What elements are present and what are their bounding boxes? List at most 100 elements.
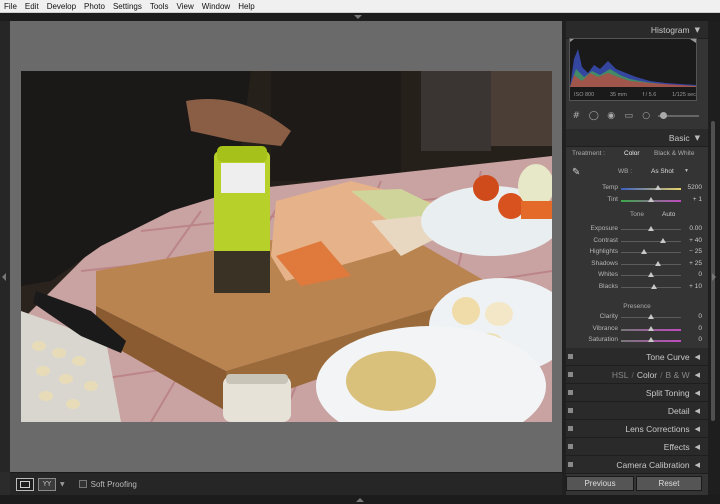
previous-button[interactable]: Previous: [566, 476, 634, 491]
wb-dropdown-icon[interactable]: ▼: [684, 168, 689, 174]
crop-tool-icon[interactable]: #: [569, 109, 583, 123]
temp-slider-knob[interactable]: [655, 185, 662, 190]
contrast-slider-knob[interactable]: [660, 237, 666, 243]
basic-header[interactable]: Basic ▼: [566, 129, 708, 147]
auto-tone-button[interactable]: Auto: [662, 211, 675, 218]
before-after-button[interactable]: YY: [38, 477, 56, 491]
exposure-value[interactable]: 0.00: [689, 225, 702, 232]
wb-select[interactable]: As Shot: [651, 168, 674, 175]
hsl-tab[interactable]: HSL: [612, 370, 629, 380]
panel-switch-icon[interactable]: [568, 408, 573, 413]
highlights-slider-row: Highlights − 25: [566, 247, 708, 259]
tone-section-header: Tone Auto: [566, 211, 708, 218]
effects-header[interactable]: Effects ◀: [566, 438, 708, 456]
detail-header[interactable]: Detail ◀: [566, 402, 708, 420]
temp-slider[interactable]: [621, 188, 681, 190]
histogram-title: Histogram: [650, 24, 690, 35]
blacks-value[interactable]: + 10: [689, 283, 702, 290]
treatment-color-option[interactable]: Color: [624, 150, 640, 157]
histogram-header[interactable]: Histogram ▼: [566, 21, 708, 39]
expand-filmstrip-icon: [356, 498, 364, 502]
soft-proofing-checkbox[interactable]: [78, 480, 87, 488]
left-panel-toggle[interactable]: [0, 21, 10, 472]
lens-corrections-header[interactable]: Lens Corrections ◀: [566, 420, 708, 438]
panel-switch-icon[interactable]: [568, 372, 573, 377]
presence-label: Presence: [623, 303, 651, 310]
reset-button[interactable]: Reset: [636, 476, 702, 491]
eyedropper-icon[interactable]: ✎: [572, 167, 580, 178]
menu-edit[interactable]: Edit: [25, 2, 39, 11]
hsl-header[interactable]: HSL / Color / B & W ◀: [566, 366, 708, 384]
filmstrip-toggle[interactable]: [0, 495, 720, 504]
highlights-slider-knob[interactable]: [640, 249, 647, 254]
expand-left-icon: [2, 273, 6, 281]
highlights-label: Highlights: [589, 248, 618, 255]
panel-scrollbar[interactable]: [708, 21, 720, 495]
split-toning-header[interactable]: Split Toning ◀: [566, 384, 708, 402]
red-eye-icon[interactable]: ◉: [604, 109, 618, 123]
spot-removal-icon[interactable]: ◯: [586, 109, 600, 123]
scrollbar-thumb[interactable]: [711, 121, 715, 421]
shadows-slider[interactable]: [621, 263, 681, 265]
temp-slider-row: Temp 5200: [566, 183, 708, 195]
clarity-value[interactable]: 0: [698, 313, 702, 320]
wb-label: WB :: [618, 168, 633, 175]
saturation-slider-knob[interactable]: [648, 337, 654, 342]
panel-switch-icon[interactable]: [568, 426, 573, 431]
contrast-value[interactable]: + 40: [689, 237, 702, 244]
bw-tab[interactable]: B & W: [666, 370, 690, 380]
before-after-menu-icon[interactable]: ▼: [60, 481, 65, 488]
menu-window[interactable]: Window: [202, 2, 230, 11]
menu-tools[interactable]: Tools: [150, 2, 169, 11]
highlights-slider[interactable]: [621, 252, 681, 253]
panel-switch-icon[interactable]: [568, 462, 573, 467]
tone-curve-title: Tone Curve: [646, 351, 690, 362]
menu-photo[interactable]: Photo: [84, 2, 105, 11]
tone-curve-header[interactable]: Tone Curve ◀: [566, 348, 708, 366]
expand-icon: ◀: [694, 370, 700, 379]
whites-label: Whites: [598, 271, 618, 278]
panel-switch-icon[interactable]: [568, 390, 573, 395]
contrast-label: Contrast: [593, 236, 618, 244]
menu-view[interactable]: View: [177, 2, 194, 11]
whites-slider-knob[interactable]: [648, 272, 654, 277]
clarity-slider-knob[interactable]: [648, 314, 654, 319]
highlights-value[interactable]: − 25: [689, 248, 702, 255]
panel-switch-icon[interactable]: [568, 444, 573, 449]
image-canvas[interactable]: [10, 21, 562, 472]
shadows-value[interactable]: + 25: [689, 260, 702, 267]
exposure-slider-knob[interactable]: [648, 226, 654, 231]
graduated-filter-icon[interactable]: ▭: [621, 109, 635, 123]
expand-icon: ◀: [694, 388, 700, 397]
temp-value[interactable]: 5200: [688, 184, 702, 191]
vibrance-slider-knob[interactable]: [648, 325, 654, 331]
tint-value[interactable]: + 1: [693, 196, 702, 203]
brush-slider[interactable]: [658, 112, 699, 119]
loupe-view-button[interactable]: [16, 477, 34, 491]
blacks-slider-knob[interactable]: [651, 283, 657, 289]
menu-settings[interactable]: Settings: [113, 2, 142, 11]
panel-switch-icon[interactable]: [568, 354, 573, 359]
saturation-slider-row: Saturation 0: [566, 335, 708, 347]
camera-calibration-header[interactable]: Camera Calibration ◀: [566, 456, 708, 474]
right-panel: Histogram ▼ ISO 800 35 mm f / 5.6 1/125 s…: [566, 21, 708, 495]
shadows-slider-knob[interactable]: [655, 260, 662, 266]
wb-row: ✎ WB : As Shot ▼: [566, 167, 708, 179]
radial-filter-icon[interactable]: ○: [639, 109, 653, 123]
contrast-slider[interactable]: [621, 240, 681, 242]
vibrance-value[interactable]: 0: [698, 325, 702, 332]
treatment-bw-option[interactable]: Black & White: [654, 150, 694, 157]
tint-slider-knob[interactable]: [648, 196, 654, 202]
saturation-value[interactable]: 0: [698, 336, 702, 343]
top-panel-toggle[interactable]: [0, 13, 720, 21]
menu-develop[interactable]: Develop: [47, 2, 76, 11]
exposure-slider-row: Exposure 0.00: [566, 224, 708, 236]
histogram-display[interactable]: ISO 800 35 mm f / 5.6 1/125 sec: [569, 38, 697, 101]
photo-preview[interactable]: [21, 71, 552, 422]
whites-value[interactable]: 0: [698, 271, 702, 278]
menu-help[interactable]: Help: [238, 2, 254, 11]
menu-file[interactable]: File: [4, 2, 17, 11]
split-toning-title: Split Toning: [645, 387, 690, 398]
color-tab[interactable]: Color: [637, 370, 657, 380]
brush-slider-knob[interactable]: [660, 112, 668, 119]
